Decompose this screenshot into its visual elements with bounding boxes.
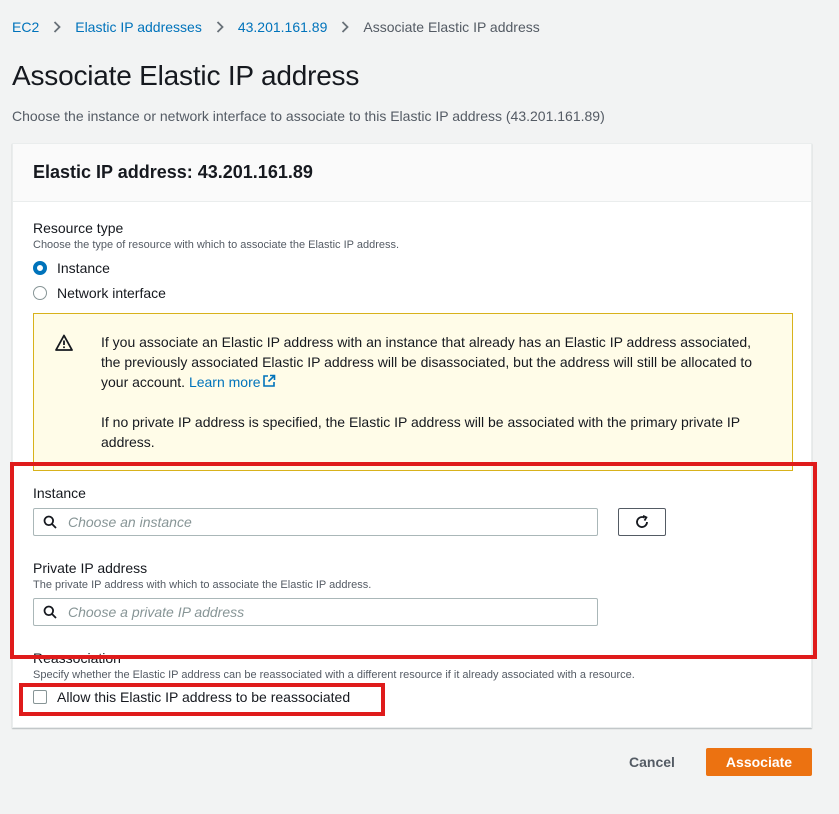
chevron-right-icon [327,21,363,33]
panel-header: Elastic IP address: 43.201.161.89 [13,144,811,202]
warning-icon [55,334,73,351]
warning-alert: If you associate an Elastic IP address w… [33,313,793,471]
reassociate-checkbox-row[interactable]: Allow this Elastic IP address to be reas… [33,689,350,705]
private-ip-field[interactable] [33,598,598,626]
learn-more-link[interactable]: Learn more [189,374,276,390]
breadcrumb-ip[interactable]: 43.201.161.89 [238,19,328,35]
radio-network-interface-label: Network interface [57,285,166,301]
chevron-right-icon [39,21,75,33]
radio-instance[interactable]: Instance [33,260,110,276]
radio-button-checked[interactable] [33,261,47,275]
page-title: Associate Elastic IP address [12,60,360,91]
refresh-button[interactable] [618,508,666,536]
resource-type-label: Resource type [33,220,124,236]
refresh-icon [636,514,648,528]
reassociate-checkbox-label: Allow this Elastic IP address to be reas… [57,689,351,705]
breadcrumb-elastic-ips[interactable]: Elastic IP addresses [75,19,202,35]
instance-label: Instance [33,485,86,501]
external-link-icon[interactable] [262,374,276,388]
panel-title: Elastic IP address: 43.201.161.89 [33,162,313,182]
warning-paragraph-2: If no private IP address is specified, t… [101,414,740,450]
warning-paragraph-1: If you associate an Elastic IP address w… [101,332,772,392]
radio-instance-label: Instance [57,260,110,276]
reassociation-hint: Specify whether the Elastic IP address c… [33,669,635,681]
breadcrumb: EC2 Elastic IP addresses 43.201.161.89 A… [12,18,540,36]
cancel-button[interactable]: Cancel [616,748,688,776]
private-ip-label: Private IP address [33,560,148,576]
associate-panel: Elastic IP address: 43.201.161.89 Resour… [12,143,812,728]
private-ip-hint: The private IP address with which to ass… [33,579,372,591]
associate-button[interactable]: Associate [706,748,812,776]
breadcrumb-current: Associate Elastic IP address [363,19,540,35]
reassociate-checkbox[interactable] [33,690,47,704]
private-ip-search-input[interactable] [68,604,568,620]
search-icon [43,515,57,529]
reassociation-label: Reassociation [33,650,121,666]
instance-search-input[interactable] [68,514,568,530]
breadcrumb-ec2[interactable]: EC2 [12,19,39,35]
learn-more-label[interactable]: Learn more [189,374,261,390]
page-description: Choose the instance or network interface… [12,108,605,124]
resource-type-hint: Choose the type of resource with which t… [33,239,400,251]
chevron-right-icon [202,21,238,33]
radio-network-interface[interactable]: Network interface [33,285,166,301]
instance-field[interactable] [33,508,598,536]
search-icon [43,605,57,619]
radio-button[interactable] [33,286,47,300]
